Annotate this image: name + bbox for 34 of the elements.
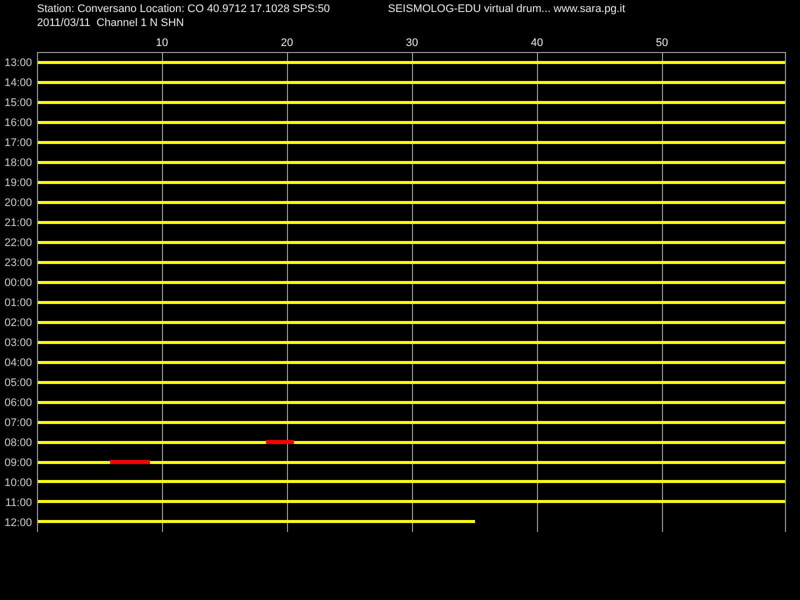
hour-label: 07:00 [4,417,32,429]
hour-label: 13:00 [4,57,32,69]
hour-label: 18:00 [4,157,32,169]
hour-label: 15:00 [4,97,32,109]
hour-label: 16:00 [4,117,32,129]
hour-label: 23:00 [4,257,32,269]
hour-label: 21:00 [4,217,32,229]
app-title: SEISMOLOG-EDU virtual drum... www.sara.pg.it [388,2,626,16]
hour-label: 19:00 [4,177,32,189]
hour-label: 04:00 [4,357,32,369]
hour-label: 06:00 [4,397,32,409]
hour-label: 03:00 [4,337,32,349]
hour-label: 09:00 [4,457,32,469]
hour-label: 11:00 [5,497,32,509]
hour-label: 17:00 [4,137,32,149]
station-info: Station: Conversano Location: CO 40.9712 17.1028 SPS:50 [37,2,331,16]
hour-label: 20:00 [4,197,32,209]
minute-label: 50 [654,36,670,50]
hour-label: 08:00 [4,437,32,449]
minute-label: 30 [404,36,420,50]
hour-label: 10:00 [4,477,32,489]
hour-label: 02:00 [4,317,32,329]
minute-label: 10 [154,36,170,50]
event-segment [110,460,150,464]
minute-label: 20 [280,36,294,50]
hour-label: 22:00 [4,237,32,249]
minute-label: 40 [530,36,544,50]
event-segment [266,440,294,444]
hour-label: 05:00 [4,377,32,389]
hour-label: 14:00 [4,77,32,89]
channel-info: 2011/03/11 Channel 1 N SHN [37,16,184,30]
hour-label: 00:00 [4,277,32,289]
hour-label: 12:00 [4,517,32,529]
hour-label: 01:00 [4,297,32,309]
